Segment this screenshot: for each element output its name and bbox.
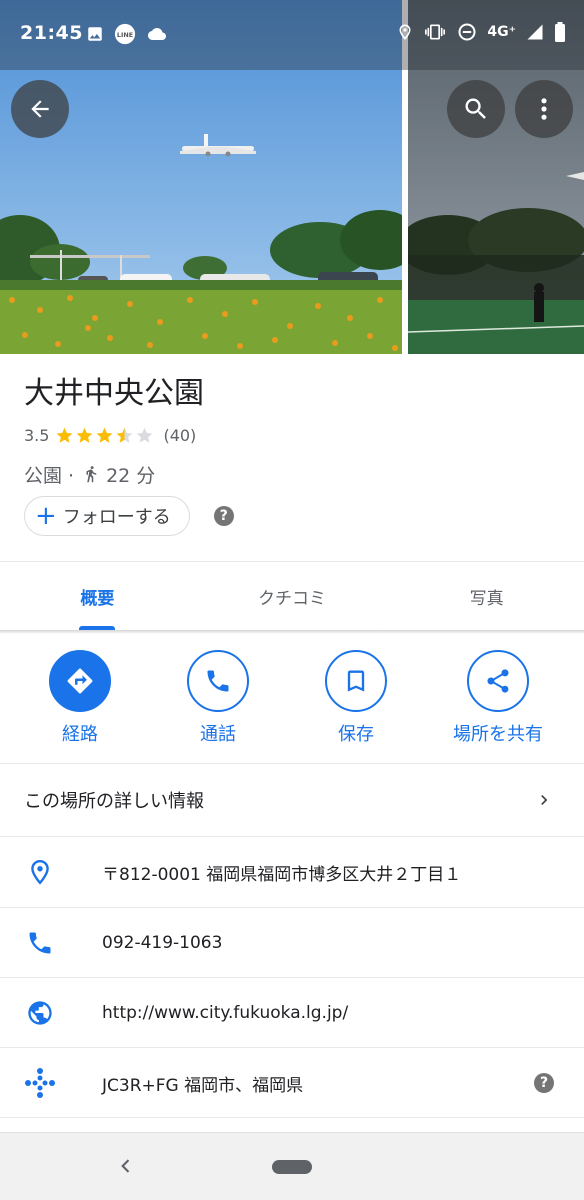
directions-icon bbox=[67, 668, 93, 694]
status-time: 21:45 bbox=[20, 22, 83, 44]
share-label: 場所を共有 bbox=[453, 724, 543, 745]
star-icon bbox=[117, 427, 133, 443]
follow-button[interactable]: + フォローする bbox=[24, 496, 190, 536]
category-row: 公園 · 22 分 bbox=[24, 460, 564, 488]
plus-code-row[interactable]: JC3R+FG 福岡市、福岡県 ? bbox=[0, 1048, 584, 1118]
location-status-icon bbox=[399, 24, 411, 40]
signal-status-icon bbox=[527, 24, 543, 40]
star-icon bbox=[77, 427, 93, 443]
tab-bar: 概要 クチコミ 写真 bbox=[0, 562, 584, 630]
back-button[interactable] bbox=[11, 80, 69, 138]
search-button[interactable] bbox=[447, 80, 505, 138]
more-options-button[interactable] bbox=[515, 80, 573, 138]
phone-row[interactable]: 092-419-1063 bbox=[0, 908, 584, 978]
call-label: 通話 bbox=[200, 724, 236, 745]
system-nav-bar bbox=[0, 1132, 584, 1200]
vibrate-status-icon bbox=[425, 24, 446, 40]
place-title: 大井中央公園 bbox=[24, 376, 204, 411]
directions-button[interactable]: 経路 bbox=[20, 650, 140, 746]
battery-status-icon bbox=[555, 22, 565, 42]
more-info-label: この場所の詳しい情報 bbox=[24, 791, 204, 812]
phone-text: 092-419-1063 bbox=[102, 933, 223, 953]
directions-label: 経路 bbox=[62, 724, 98, 745]
address-text: 〒812-0001 福岡県福岡市博多区大井２丁目１ bbox=[102, 864, 462, 885]
follow-label: フォローする bbox=[62, 507, 171, 528]
nav-back-icon[interactable] bbox=[116, 1155, 136, 1177]
more-info-row[interactable]: この場所の詳しい情報 bbox=[0, 764, 584, 836]
follow-help-icon[interactable]: ? bbox=[213, 506, 234, 526]
walking-icon bbox=[86, 466, 97, 483]
review-count: (40) bbox=[163, 425, 197, 445]
phone-icon bbox=[207, 670, 229, 692]
globe-icon bbox=[28, 1001, 52, 1025]
location-pin-icon bbox=[31, 859, 49, 885]
line-app-notification-icon: LINE bbox=[114, 23, 136, 45]
star-icon bbox=[137, 427, 153, 443]
bookmark-icon bbox=[347, 670, 365, 692]
more-vert-icon bbox=[541, 98, 547, 120]
svg-text:LINE: LINE bbox=[117, 31, 133, 39]
share-button[interactable]: 場所を共有 bbox=[438, 650, 558, 746]
phone-icon bbox=[29, 932, 51, 954]
save-label: 保存 bbox=[338, 724, 374, 745]
place-category: 公園 · bbox=[24, 464, 75, 487]
chevron-right-icon bbox=[541, 795, 548, 805]
save-button[interactable]: 保存 bbox=[296, 650, 416, 746]
action-buttons: 経路 通話 保存 場所を共有 bbox=[0, 650, 584, 750]
plus-code-help-icon[interactable]: ? bbox=[534, 1073, 554, 1093]
gallery-notification-icon bbox=[88, 27, 102, 41]
rating-row[interactable]: 3.5 (40) bbox=[24, 422, 564, 448]
call-button[interactable]: 通話 bbox=[158, 650, 278, 746]
tab-reviews[interactable]: クチコミ bbox=[195, 562, 390, 630]
do-not-disturb-status-icon bbox=[458, 23, 476, 41]
star-rating bbox=[55, 426, 155, 445]
place-info: 大井中央公園 3.5 (40) 公園 · 22 分 + フォローする ? bbox=[24, 370, 564, 536]
walking-time: 22 分 bbox=[106, 464, 156, 487]
rating-value: 3.5 bbox=[24, 425, 50, 445]
network-type-label: 4G⁺ bbox=[487, 24, 516, 40]
website-link[interactable]: http://www.city.fukuoka.lg.jp/ bbox=[102, 1003, 348, 1023]
star-icon bbox=[57, 427, 73, 443]
plus-code-text: JC3R+FG 福岡市、福岡県 bbox=[102, 1075, 304, 1096]
plus-icon: + bbox=[35, 501, 57, 531]
plus-code-icon bbox=[25, 1068, 55, 1098]
search-icon bbox=[465, 98, 486, 119]
website-row[interactable]: http://www.city.fukuoka.lg.jp/ bbox=[0, 978, 584, 1048]
divider bbox=[0, 1117, 584, 1118]
address-row[interactable]: 〒812-0001 福岡県福岡市博多区大井２丁目１ bbox=[0, 837, 584, 907]
cloud-notification-icon bbox=[148, 28, 166, 40]
share-icon bbox=[487, 669, 509, 693]
tab-overview[interactable]: 概要 bbox=[0, 562, 195, 630]
star-icon bbox=[97, 427, 113, 443]
arrow-back-icon bbox=[31, 100, 49, 118]
tabs-shadow bbox=[0, 630, 584, 634]
nav-home-pill[interactable] bbox=[272, 1160, 312, 1174]
tab-photos[interactable]: 写真 bbox=[389, 562, 584, 630]
status-bar: 21:45 LINE 4G⁺ bbox=[0, 0, 584, 70]
